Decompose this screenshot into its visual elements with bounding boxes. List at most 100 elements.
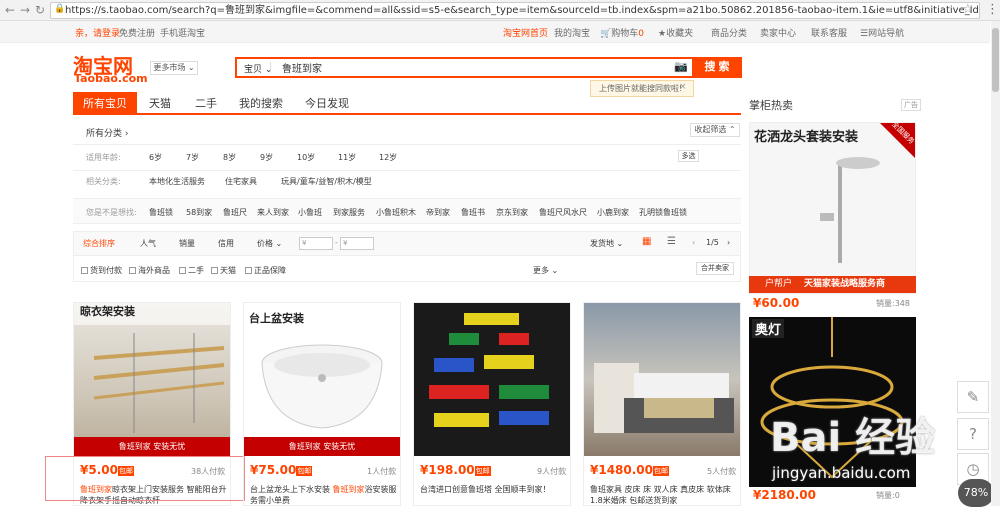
sort-price[interactable]: 价格 ⌄ <box>257 238 282 249</box>
suggest-link[interactable]: 鲁班尺风水尺 <box>539 207 587 218</box>
filter-option[interactable]: 6岁 <box>149 152 162 163</box>
browser-menu-icon[interactable]: ⋮ <box>986 2 999 17</box>
option-tmall[interactable]: 天猫 <box>211 265 236 276</box>
sort-sales[interactable]: 销量 <box>179 238 195 249</box>
option-overseas[interactable]: 海外商品 <box>129 265 170 276</box>
login-link[interactable]: 亲，请登录 <box>75 26 120 39</box>
scrollbar-thumb[interactable] <box>992 28 999 92</box>
all-categories[interactable]: 所有分类 › <box>86 126 128 139</box>
tab-second-hand[interactable]: 二手 <box>186 92 226 115</box>
sort-credit[interactable]: 信用 <box>218 238 234 249</box>
sort-popularity[interactable]: 人气 <box>140 238 156 249</box>
suggest-link[interactable]: 小鲁班 <box>298 207 322 218</box>
product-title[interactable]: 鲁班家具 皮床 床 双人床 真皮床 软体床 1.8米婚床 包邮送货到家 <box>590 484 740 506</box>
filter-option[interactable]: 本地化生活服务 <box>149 176 205 187</box>
tab-tmall[interactable]: 天猫 <box>140 92 180 115</box>
product-image[interactable] <box>74 303 230 456</box>
grid-view-icon[interactable]: ▦ <box>642 236 651 247</box>
suggest-link[interactable]: 京东到家 <box>496 207 528 218</box>
list-view-icon[interactable]: ☰ <box>667 236 676 247</box>
service-link[interactable]: 联系客服 <box>811 26 847 39</box>
option-second-hand[interactable]: 二手 <box>179 265 204 276</box>
filter-option[interactable]: 8岁 <box>223 152 236 163</box>
price-max-input[interactable]: ¥ <box>340 237 374 250</box>
collapse-filters-button[interactable]: 收起筛选 ⌃ <box>690 123 740 137</box>
suggest-link[interactable]: 到家服务 <box>333 207 365 218</box>
free-shipping-tag: 包邮 <box>474 465 491 476</box>
seller-center-link[interactable]: 卖家中心 <box>760 26 796 39</box>
service-badge: 鲁班到家 安装无忧 <box>74 437 230 456</box>
close-icon[interactable]: × <box>679 82 687 92</box>
ad-tag: 广告 <box>901 99 921 111</box>
favorites-link[interactable]: ★收藏夹 <box>658 26 693 39</box>
sort-default[interactable]: 综合排序 <box>83 238 115 249</box>
suggest-link[interactable]: 帝到家 <box>426 207 450 218</box>
suggest-link[interactable]: 小鹿到家 <box>597 207 629 218</box>
tab-today[interactable]: 今日发现 <box>298 92 356 115</box>
filter-option[interactable]: 12岁 <box>379 152 397 163</box>
search-input[interactable] <box>282 59 662 76</box>
suggest-link[interactable]: 鲁班书 <box>461 207 485 218</box>
service-badge: 鲁班到家 安装无忧 <box>244 437 400 456</box>
suggest-link[interactable]: 孔明锁鲁班锁 <box>639 207 687 218</box>
url-field[interactable]: https://s.taobao.com/search?q=鲁班到家&imgfi… <box>50 2 980 19</box>
suggest-link[interactable]: 鲁班锁 <box>149 207 173 218</box>
site-nav-link[interactable]: ☰网站导航 <box>860 26 904 39</box>
ad-card[interactable] <box>749 122 916 294</box>
product-deals: 5人付款 <box>707 467 737 476</box>
tab-all-items[interactable]: 所有宝贝 <box>73 92 137 115</box>
price-min-input[interactable]: ¥ <box>299 237 333 250</box>
sort-bar <box>73 231 741 256</box>
heart-icon: ★ <box>658 29 667 39</box>
bookmark-star-icon[interactable]: ☆ <box>962 2 974 17</box>
more-options[interactable]: 更多 ⌄ <box>533 265 558 276</box>
product-image[interactable] <box>584 303 740 456</box>
suggest-link[interactable]: 58到家 <box>186 207 212 218</box>
product-title[interactable]: 台上盆龙头上下水安装 鲁班到家浴安装服务需小单费 <box>250 484 400 506</box>
multi-select-button[interactable]: 多选 <box>678 150 699 162</box>
back-arrow-icon[interactable]: ← <box>3 2 17 18</box>
filter-label-related: 相关分类: <box>86 177 121 186</box>
product-image[interactable] <box>414 303 570 456</box>
cart-link[interactable]: 🛒购物车0 <box>600 26 644 39</box>
baidu-watermark-url: jingyan.baidu.com <box>772 464 911 482</box>
help-icon[interactable]: ? <box>957 418 989 450</box>
camera-icon[interactable]: 📷 <box>674 61 688 72</box>
categories-link[interactable]: 商品分类 <box>711 26 747 39</box>
merge-sellers-button[interactable]: 合并卖家 <box>696 262 734 275</box>
page-indicator: 1/5 <box>706 238 719 247</box>
suggest-link[interactable]: 鲁班尺 <box>223 207 247 218</box>
ship-from-dropdown[interactable]: 发货地 ⌄ <box>590 238 623 249</box>
register-link[interactable]: 免费注册 <box>119 26 155 39</box>
forward-arrow-icon[interactable]: → <box>18 2 32 18</box>
taobao-logo-en: Taobao.com <box>74 72 148 85</box>
product-deals: 9人付款 <box>537 467 567 476</box>
filter-option[interactable]: 10岁 <box>297 152 315 163</box>
option-cod[interactable]: 货到付款 <box>81 265 122 276</box>
next-page-icon[interactable]: › <box>727 238 730 247</box>
mobile-link[interactable]: 手机逛淘宝 <box>160 26 205 39</box>
lock-icon: 🔒 <box>54 4 66 14</box>
filter-option[interactable]: 住宅家具 <box>225 176 257 187</box>
prev-page-icon[interactable]: ‹ <box>692 238 695 247</box>
product-title[interactable]: 台湾进口创意鲁班塔 全国顺丰到家！ <box>420 484 570 506</box>
filter-option[interactable]: 7岁 <box>186 152 199 163</box>
scrollbar[interactable] <box>991 21 1000 506</box>
home-link[interactable]: 淘宝网首页 <box>503 26 548 39</box>
option-authentic[interactable]: 正品保障 <box>245 265 286 276</box>
my-taobao-link[interactable]: 我的淘宝 <box>554 26 590 39</box>
edit-icon[interactable]: ✎ <box>957 381 989 413</box>
filter-option[interactable]: 11岁 <box>338 152 356 163</box>
tab-my-search[interactable]: 我的搜索 <box>232 92 290 115</box>
filter-option[interactable]: 9岁 <box>260 152 273 163</box>
more-market-dropdown[interactable]: 更多市场 ⌄ <box>150 61 198 75</box>
search-type-select[interactable]: 宝贝 ⌄ <box>244 62 272 75</box>
zoom-badge[interactable]: 78% <box>958 479 994 507</box>
reload-icon[interactable]: ↻ <box>33 2 47 18</box>
suggest-link[interactable]: 小鲁班积木 <box>376 207 416 218</box>
suggest-link[interactable]: 来人到家 <box>257 207 289 218</box>
ad-sales: 销量:348 <box>876 299 910 308</box>
search-button[interactable]: 搜 索 <box>692 57 742 78</box>
annotation-box <box>45 456 245 501</box>
filter-option[interactable]: 玩具/童车/益智/积木/模型 <box>281 176 372 187</box>
